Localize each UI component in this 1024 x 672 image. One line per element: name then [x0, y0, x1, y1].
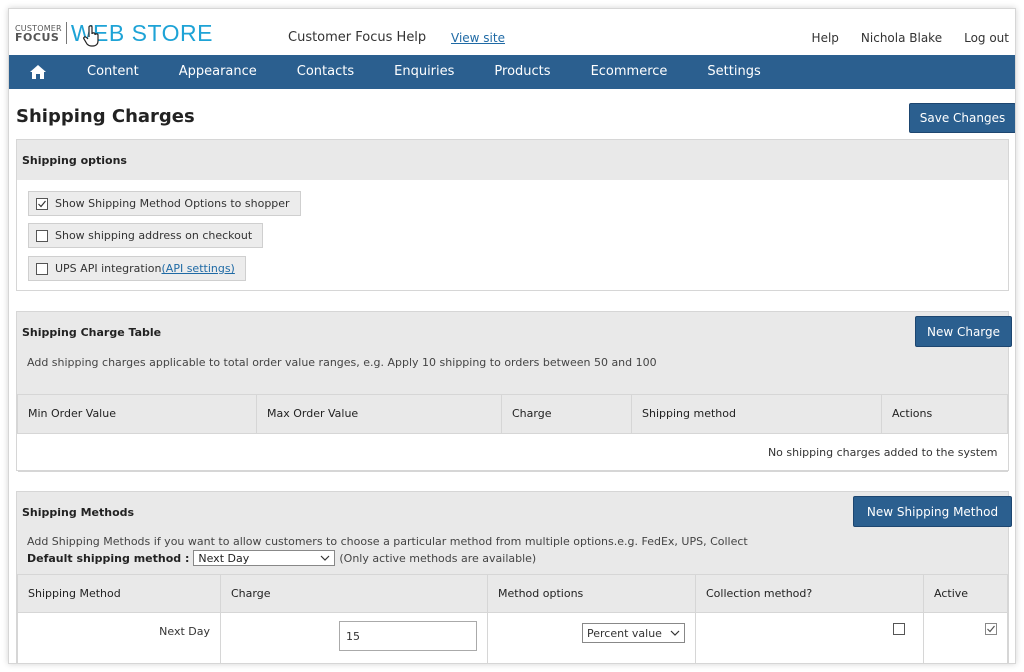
- default-method-select[interactable]: Next Day: [193, 550, 336, 566]
- checkbox-ups-api[interactable]: [36, 262, 48, 275]
- active-checkbox[interactable]: [985, 623, 997, 635]
- nav-enquiries[interactable]: Enquiries: [374, 55, 474, 89]
- default-method-label: Default shipping method :: [27, 551, 190, 565]
- col-actions: Actions: [881, 394, 1008, 434]
- charge-table-description-text: Add shipping charges applicable to total…: [27, 356, 657, 369]
- method-option-select[interactable]: Percent value: [582, 623, 685, 643]
- top-links: Help Nichola Blake Log out: [812, 31, 1009, 45]
- col-shipping-method[interactable]: Shipping method: [631, 394, 882, 434]
- col-method-charge: Charge: [220, 574, 488, 613]
- browser-frame: CUSTOMER FOCUS WEB STORE Customer Focus …: [8, 8, 1016, 664]
- charge-table-panel: Shipping Charge Table Add shipping charg…: [16, 311, 1009, 472]
- charge-table-title: Shipping Charge Table: [22, 326, 162, 339]
- logo-small-bottom: FOCUS: [15, 31, 60, 44]
- col-max-order[interactable]: Max Order Value: [256, 394, 502, 434]
- table-row: Next Day Percent value: [17, 612, 1008, 663]
- view-site-link[interactable]: View site: [451, 31, 505, 45]
- logo-divider: [65, 22, 67, 44]
- page-title: Shipping Charges: [16, 106, 195, 127]
- chevron-down-icon: [320, 555, 330, 561]
- nav-home[interactable]: [9, 55, 67, 89]
- col-method-options: Method options: [487, 574, 696, 613]
- option-show-method-label: Show Shipping Method Options to shopper: [55, 197, 290, 210]
- shipping-methods-description-text: Add Shipping Methods if you want to allo…: [27, 535, 748, 548]
- help-title: Customer Focus Help: [288, 30, 427, 45]
- hand-cursor-icon: [83, 25, 99, 47]
- active-cell: [923, 612, 1008, 663]
- new-charge-button[interactable]: New Charge: [915, 316, 1012, 347]
- charge-table-description: Add shipping charges applicable to total…: [17, 352, 1008, 394]
- nav-settings[interactable]: Settings: [687, 55, 780, 89]
- charge-table-header-row: Min Order Value Max Order Value Charge S…: [17, 394, 1008, 434]
- col-method-name: Shipping Method: [17, 574, 221, 613]
- check-icon: [38, 200, 46, 207]
- method-charge-input[interactable]: [339, 621, 477, 651]
- col-charge[interactable]: Charge: [501, 394, 632, 434]
- nav-products[interactable]: Products: [474, 55, 570, 89]
- chevron-down-icon: [670, 630, 680, 636]
- default-method-note: (Only active methods are available): [339, 551, 537, 565]
- option-ups-api[interactable]: UPS API integration (API settings): [28, 256, 246, 281]
- shipping-options-panel: Shipping options Show Shipping Method Op…: [16, 139, 1009, 291]
- charge-table-header: Shipping Charge Table: [17, 312, 1008, 352]
- charge-table: Min Order Value Max Order Value Charge S…: [17, 394, 1008, 472]
- shipping-methods-title: Shipping Methods: [22, 506, 135, 519]
- table-row: No shipping charges added to the system: [17, 432, 1008, 472]
- method-name-cell: Next Day: [17, 612, 221, 663]
- top-header: CUSTOMER FOCUS WEB STORE Customer Focus …: [9, 9, 1015, 55]
- shipping-methods-description: Add Shipping Methods if you want to allo…: [17, 532, 1008, 574]
- shipping-options-header: Shipping options: [17, 140, 1008, 180]
- option-show-address-label: Show shipping address on checkout: [55, 229, 253, 242]
- new-shipping-method-button[interactable]: New Shipping Method: [853, 496, 1012, 527]
- checkbox-show-method[interactable]: [36, 197, 48, 210]
- api-settings-link[interactable]: (API settings): [162, 262, 235, 275]
- logo-small-text: CUSTOMER FOCUS: [15, 24, 62, 44]
- option-ups-api-label: UPS API integration: [55, 262, 162, 275]
- methods-header-row: Shipping Method Charge Method options Co…: [17, 574, 1008, 613]
- method-option-value: Percent value: [587, 626, 662, 640]
- user-name-link[interactable]: Nichola Blake: [861, 31, 942, 45]
- logo[interactable]: CUSTOMER FOCUS WEB STORE: [15, 19, 213, 47]
- home-icon: [30, 65, 46, 79]
- help-link[interactable]: Help: [812, 31, 839, 45]
- checkbox-show-address[interactable]: [36, 229, 48, 242]
- collection-method-checkbox[interactable]: [893, 623, 905, 635]
- methods-table: Shipping Method Charge Method options Co…: [17, 574, 1008, 663]
- nav-contacts[interactable]: Contacts: [277, 55, 374, 89]
- method-charge-cell: [220, 612, 488, 663]
- col-active: Active: [923, 574, 1008, 613]
- option-show-address[interactable]: Show shipping address on checkout: [28, 223, 264, 248]
- check-icon: [987, 625, 995, 633]
- collection-method-cell: [695, 612, 924, 663]
- logout-link[interactable]: Log out: [964, 31, 1009, 45]
- option-show-method[interactable]: Show Shipping Method Options to shopper: [28, 191, 301, 216]
- col-collection-method: Collection method?: [695, 574, 924, 613]
- nav-content[interactable]: Content: [67, 55, 159, 89]
- save-changes-button[interactable]: Save Changes: [909, 103, 1015, 133]
- empty-message: No shipping charges added to the system: [17, 432, 1008, 472]
- col-min-order[interactable]: Min Order Value: [17, 394, 257, 434]
- nav-appearance[interactable]: Appearance: [159, 55, 277, 89]
- main-nav: Content Appearance Contacts Enquiries Pr…: [9, 55, 1015, 89]
- shipping-options-title: Shipping options: [22, 154, 127, 167]
- default-method-row: Default shipping method : Next Day (Only…: [27, 550, 536, 566]
- default-method-value: Next Day: [198, 551, 250, 565]
- nav-ecommerce[interactable]: Ecommerce: [571, 55, 688, 89]
- method-options-cell: Percent value: [487, 612, 696, 663]
